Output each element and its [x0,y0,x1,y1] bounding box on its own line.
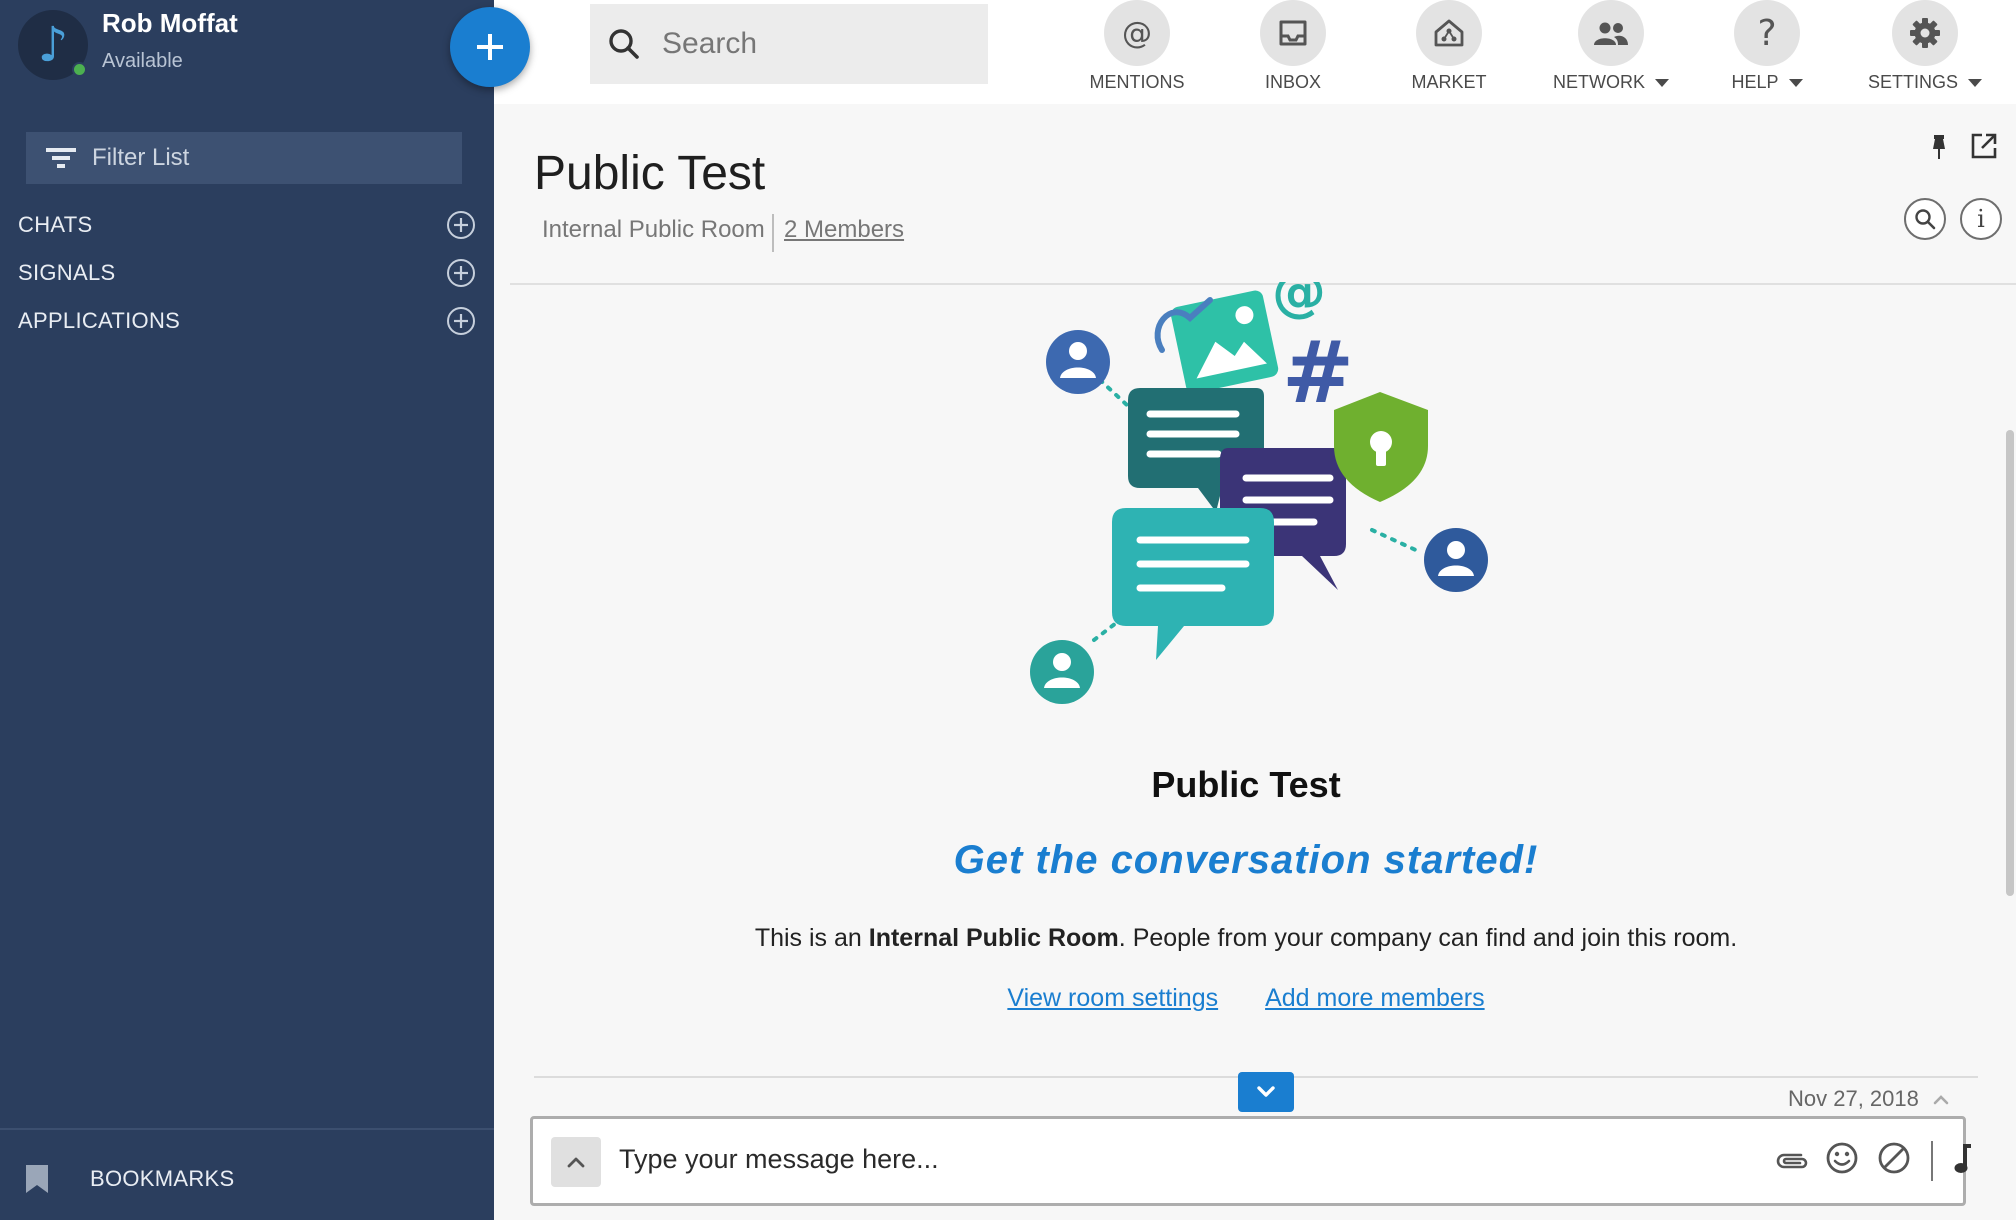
filter-list-button[interactable]: Filter List [26,132,462,184]
nav-mentions[interactable]: @ MENTIONS [1062,0,1212,93]
desc-suffix: . People from your company can find and … [1118,924,1738,952]
user-name[interactable]: Rob Moffat [102,8,238,39]
divider [1931,1141,1933,1181]
search-placeholder: Search [662,27,758,60]
sidebar-section-signals[interactable]: SIGNALS [18,255,476,291]
plus-icon [477,34,503,60]
nav-label: HELP [1731,72,1779,92]
room-type: Internal Public Room [542,216,765,243]
section-label: APPLICATIONS [18,308,181,333]
date-label[interactable]: Nov 27, 2018 [1788,1086,1949,1112]
sidebar: ♪ Rob Moffat Available Filter List CHATS… [0,0,494,1220]
chevron-down-icon [1968,78,1982,87]
music-note-icon: ♪ [37,17,69,73]
nav-network[interactable]: NETWORK [1536,0,1686,93]
nav-label: INBOX [1264,72,1321,92]
svg-text:@: @ [1272,282,1326,323]
help-icon: ? [1757,12,1777,54]
search-icon [609,29,639,59]
user-status[interactable]: Available [102,50,183,73]
nav-settings[interactable]: SETTINGS [1850,0,2000,93]
welcome-links: View room settings Add more members [494,984,1998,1013]
chevron-up-icon [1933,1095,1949,1105]
chevron-down-icon [1788,78,1803,87]
add-circle-icon[interactable] [446,210,476,240]
sidebar-section-applications[interactable]: APPLICATIONS [18,303,476,339]
desc-prefix: This is an [754,924,869,952]
emoji-icon[interactable] [1825,1141,1859,1175]
popout-icon[interactable] [1970,132,1998,160]
sidebar-section-chats[interactable]: CHATS [18,207,476,243]
new-conversation-button[interactable] [450,7,530,87]
add-more-members-link[interactable]: Add more members [1265,984,1485,1012]
section-label: CHATS [18,212,93,237]
add-circle-icon[interactable] [446,306,476,336]
bookmarks-label: BOOKMARKS [90,1166,235,1191]
filter-icon [46,148,76,168]
filter-list-label: Filter List [92,144,190,171]
nav-label: MARKET [1411,72,1487,92]
market-icon [1434,19,1464,47]
nav-label: SETTINGS [1867,72,1958,92]
inbox-icon [1279,20,1307,46]
section-label: SIGNALS [18,260,116,285]
add-circle-icon[interactable] [446,258,476,288]
room-search-button[interactable] [1904,198,1946,240]
divider [0,1128,494,1130]
bookmarks-button[interactable]: BOOKMARKS [24,1163,235,1195]
info-icon: i [1977,205,1985,233]
nav-label: NETWORK [1553,72,1645,92]
nav-inbox[interactable]: INBOX [1218,0,1368,93]
top-bar: Search @ MENTIONS INBOX MARKET NETWORK ?… [494,0,2016,104]
chevron-down-icon [1655,78,1669,87]
nav-label: MENTIONS [1089,72,1185,92]
search-input[interactable]: Search [590,4,988,84]
message-composer: Type your message here... [530,1116,1971,1206]
scrollbar[interactable] [2006,430,2014,896]
room-header: Public Test Internal Public Room 2 Membe… [494,104,2016,285]
presence-indicator [72,62,87,77]
desc-room-type: Internal Public Room [868,924,1119,952]
network-icon [1594,22,1628,45]
welcome-description: This is an Internal Public Room. People … [494,924,1998,953]
pin-icon[interactable] [1930,134,1948,160]
nav-help[interactable]: ? HELP [1692,0,1842,93]
music-note-icon[interactable] [1951,1141,1975,1175]
chevron-up-icon [567,1157,585,1168]
date-text: Nov 27, 2018 [1788,1086,1919,1111]
at-icon: @ [1122,15,1152,51]
block-icon[interactable] [1877,1141,1911,1175]
empty-room-illustration: @ # [1030,282,1488,704]
view-room-settings-link[interactable]: View room settings [1007,984,1218,1012]
room-info-button[interactable]: i [1960,198,2002,240]
bookmark-icon [26,1165,48,1193]
welcome-cta: Get the conversation started! [953,838,1539,882]
search-icon [1915,209,1936,230]
expand-composer-button[interactable] [551,1137,601,1187]
nav-market[interactable]: MARKET [1374,0,1524,93]
gear-icon [1910,18,1940,48]
chevron-down-icon [1257,1086,1275,1097]
members-link[interactable]: 2 Members [784,216,904,244]
paperclip-icon[interactable] [1775,1149,1809,1173]
jump-to-latest-button[interactable] [1238,1072,1294,1112]
message-input[interactable]: Type your message here... [619,1144,939,1175]
divider [772,214,774,252]
welcome-title: Public Test [1151,764,1341,805]
room-title: Public Test [534,147,766,200]
